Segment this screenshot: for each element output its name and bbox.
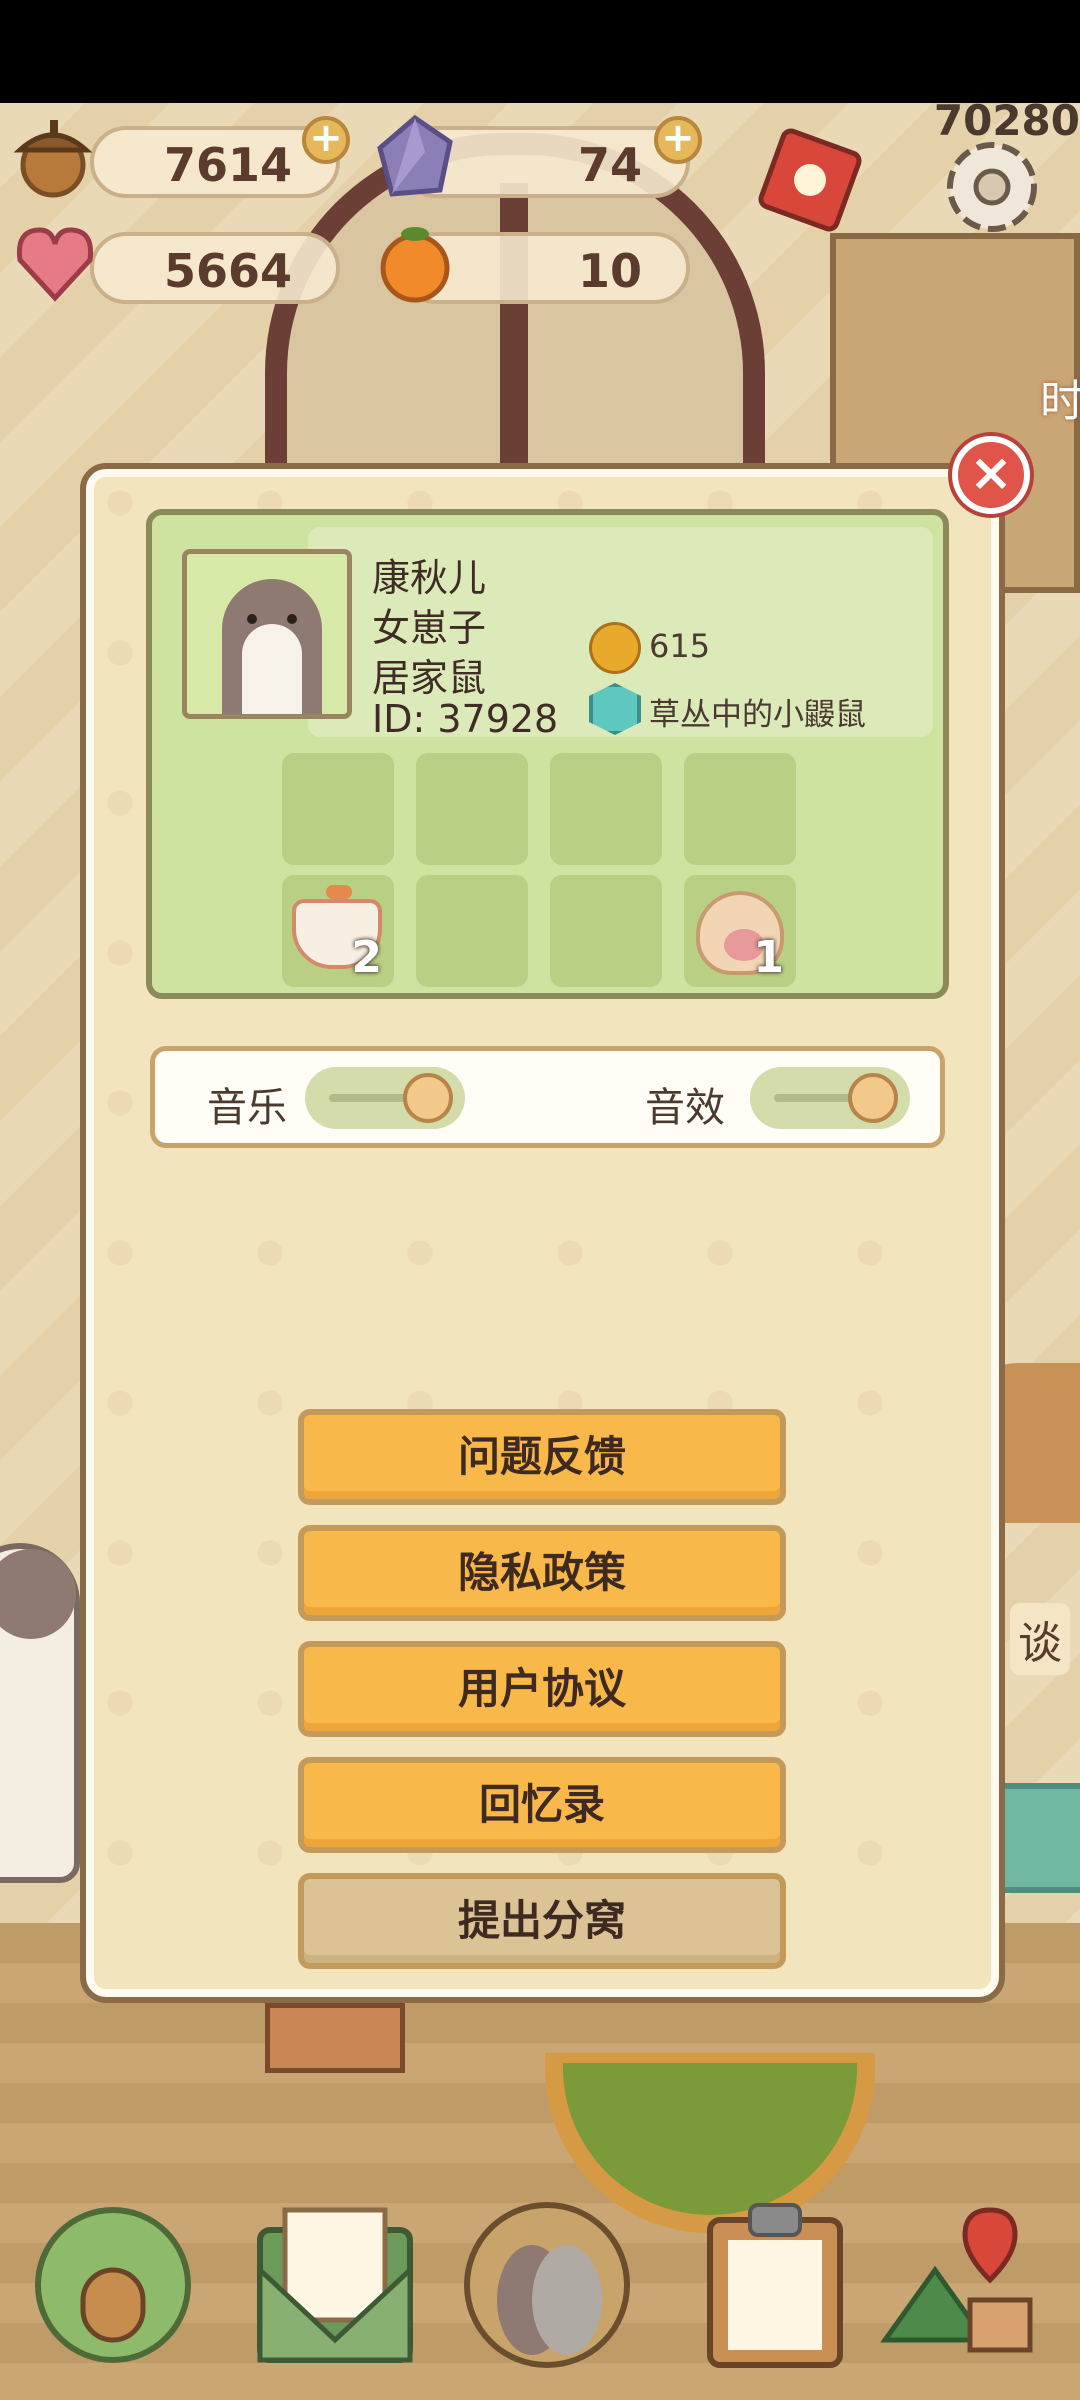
flower-planter (265, 2003, 405, 2073)
avatar-friends-icon (464, 2202, 630, 2368)
home-nav-button[interactable] (28, 2190, 198, 2370)
feedback-button[interactable]: 问题反馈 (298, 1409, 786, 1505)
memoir-button[interactable]: 回忆录 (298, 1757, 786, 1853)
item-slot[interactable] (684, 753, 796, 865)
item-slot-pot[interactable]: 2 (282, 875, 394, 987)
item-slot[interactable] (416, 753, 528, 865)
orange-value: 10 (577, 244, 642, 298)
crystal-icon (370, 112, 460, 202)
side-event-label[interactable]: 时 (1040, 365, 1080, 429)
acorn-value: 7614 (163, 138, 292, 192)
sfx-toggle[interactable] (750, 1067, 910, 1129)
bell-count: 615 (649, 627, 711, 665)
otter-character[interactable] (0, 1543, 80, 1883)
crystal-value: 74 (577, 138, 642, 192)
profile-card: 康秋儿 女崽子 居家鼠 ID: 37928 615 草丛中的小鼹鼠 2 1 (146, 509, 949, 999)
profile-role: 居家鼠 (372, 656, 487, 700)
gift-envelope-icon[interactable] (750, 120, 870, 240)
map-nav-button[interactable] (875, 2190, 1045, 2370)
privacy-policy-button[interactable]: 隐私政策 (298, 1525, 786, 1621)
music-toggle-track (329, 1094, 409, 1102)
heart-counter: 5664 (90, 232, 340, 304)
audio-settings-bar: 音乐 音效 (150, 1046, 945, 1148)
side-chat-label[interactable]: 谈 (1010, 1603, 1070, 1675)
sfx-toggle-track (774, 1094, 854, 1102)
item-slot[interactable] (550, 875, 662, 987)
item-slot[interactable] (416, 875, 528, 987)
music-toggle-knob[interactable] (403, 1073, 453, 1123)
add-acorns-button[interactable]: + (302, 116, 350, 164)
avatar-eye-left (247, 614, 257, 624)
profile-name: 康秋儿 (372, 556, 487, 600)
paw-count: 1 (753, 932, 784, 983)
status-bar (0, 0, 1080, 103)
badge-title: 草丛中的小鼹鼠 (649, 697, 866, 733)
profile-title: 女崽子 (372, 606, 487, 650)
friends-nav-button[interactable] (462, 2190, 632, 2370)
settings-dialog: 康秋儿 女崽子 居家鼠 ID: 37928 615 草丛中的小鼹鼠 2 1 音乐… (80, 463, 1005, 2003)
mail-icon (257, 2207, 413, 2363)
close-icon[interactable]: × (952, 436, 1030, 514)
orange-icon (370, 218, 460, 308)
pot-count: 2 (351, 932, 382, 983)
heart-icon (10, 218, 100, 308)
add-crystals-button[interactable]: + (654, 116, 702, 164)
gear-icon[interactable] (935, 130, 1050, 245)
user-agreement-button[interactable]: 用户协议 (298, 1641, 786, 1737)
house-icon (35, 2207, 191, 2363)
item-slot[interactable] (550, 753, 662, 865)
music-label: 音乐 (207, 1085, 287, 1131)
avatar-otter-belly (242, 624, 302, 714)
tasks-nav-button[interactable] (690, 2190, 860, 2370)
top-right-counter: 70280 (933, 96, 1080, 145)
acorn-icon (8, 110, 98, 200)
item-slot[interactable] (282, 753, 394, 865)
map-icon (880, 2207, 1033, 2353)
bell-icon (589, 622, 641, 674)
avatar-eye-right (287, 614, 297, 624)
mail-nav-button[interactable] (250, 2190, 420, 2370)
clipboard-icon (707, 2203, 843, 2368)
music-toggle[interactable] (305, 1067, 465, 1129)
avatar[interactable] (182, 549, 352, 719)
leave-nest-button[interactable]: 提出分窝 (298, 1873, 786, 1969)
sfx-label: 音效 (645, 1085, 725, 1131)
heart-value: 5664 (163, 244, 292, 298)
item-slot-paw[interactable]: 1 (684, 875, 796, 987)
sfx-toggle-knob[interactable] (848, 1073, 898, 1123)
profile-id: ID: 37928 (372, 697, 559, 741)
